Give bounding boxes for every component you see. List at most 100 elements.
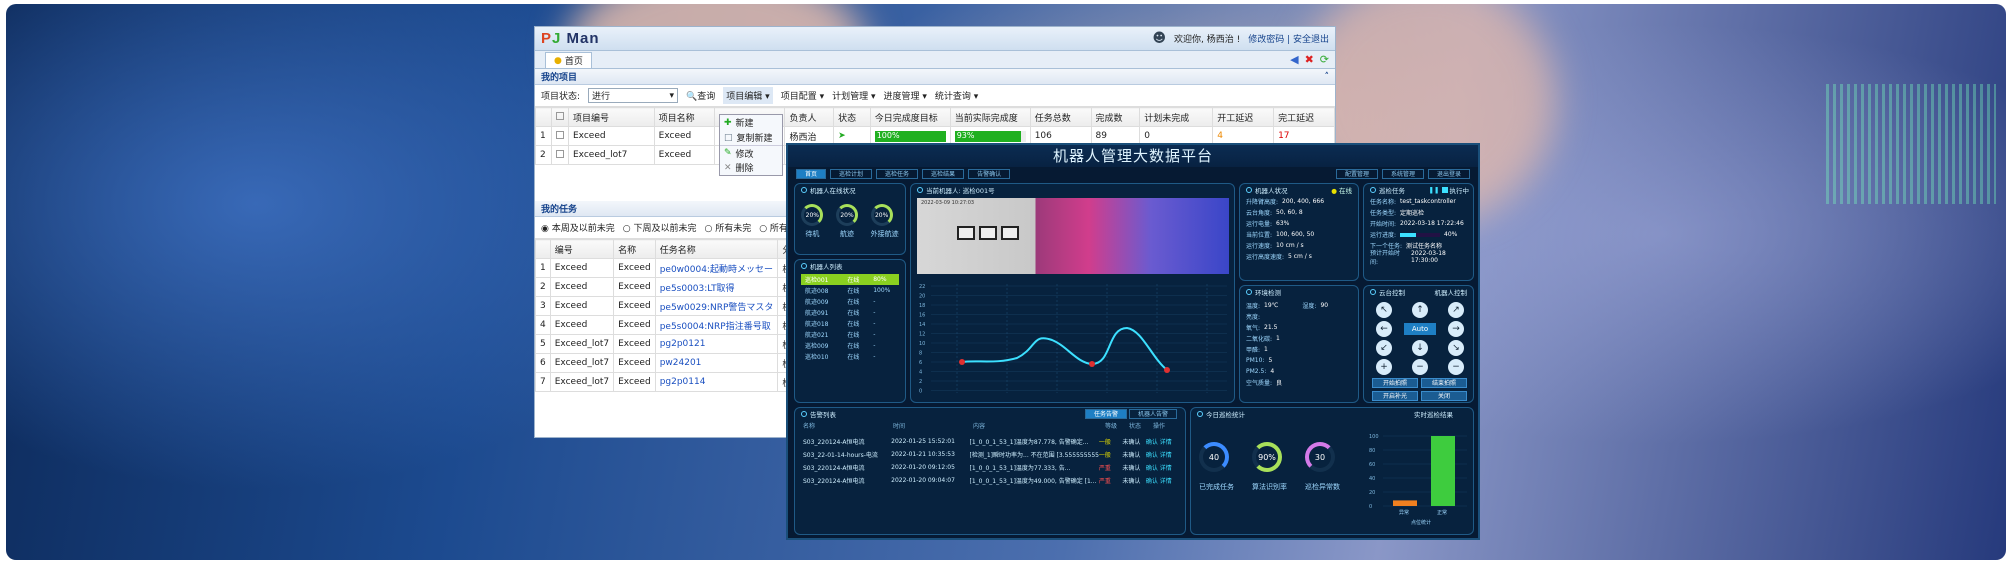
menu-item-delete[interactable]: ✕ 删除	[720, 160, 782, 175]
list-icon	[801, 263, 807, 269]
menu-plan[interactable]: 计划管理 ▾	[832, 89, 875, 102]
menu-project-config[interactable]: 项目配置 ▾	[781, 89, 824, 102]
arrow-left-icon[interactable]: ←	[1376, 321, 1392, 337]
nav-home[interactable]: 首页	[796, 169, 827, 179]
menu-item-copy-new[interactable]: □ 复制新建	[720, 130, 782, 145]
status-row: 云台角度: 50, 60, 8	[1246, 209, 1303, 217]
close-icon[interactable]: ✖	[1305, 53, 1314, 66]
zoom-in-icon[interactable]: +	[1376, 359, 1392, 375]
task-row: 开始时间: 2022-03-18 17:22:46	[1370, 220, 1464, 228]
nav-system[interactable]: 系统管理	[1381, 169, 1424, 179]
env-icon	[1246, 289, 1252, 295]
robot-list-row[interactable]: 航迹009 在线 -	[801, 296, 899, 307]
arrow-right-icon[interactable]: →	[1448, 321, 1464, 337]
table-row[interactable]: 4ExceedExceedpe5s0004:NRP指注番号取検収	[535, 315, 806, 335]
robot-list-row[interactable]: 巡检010 在线 -	[801, 351, 899, 362]
trend-point	[1164, 367, 1170, 373]
search-button[interactable]: 🔍查询	[686, 89, 715, 102]
meter-1	[957, 226, 975, 240]
dashboard-title: 机器人管理大数据平台	[788, 145, 1478, 167]
ring-track: 20%	[835, 204, 858, 226]
arrow-up-icon[interactable]: ↑	[1412, 302, 1428, 318]
trend-y-tick: 16	[919, 313, 925, 319]
table-row[interactable]: 3ExceedExceedpe5w0029:NRP警告マスタ検収	[535, 296, 806, 316]
bar-y-tick: 40	[1369, 476, 1375, 482]
table-row[interactable]: 1ExceedExceedpe0w0004:起動時メッセー検収	[535, 258, 806, 278]
robot-list-row[interactable]: 巡检001 在线 80%	[801, 274, 899, 285]
ring-ext-track: 20%	[870, 204, 893, 226]
nav-result[interactable]: 巡检结果	[922, 169, 965, 179]
tab-robot-alarm[interactable]: 机器人告警	[1128, 409, 1177, 419]
menu-progress[interactable]: 进度管理 ▾	[884, 89, 927, 102]
online-panel: 机器人在线状况 20% 待机 20% 航迹 20% 外接航迹	[794, 183, 906, 255]
collapse-icon[interactable]: ˄	[1325, 72, 1330, 82]
nav-logout[interactable]: 退出登录	[1427, 169, 1470, 179]
start-photo-button[interactable]: 开始拍照	[1372, 378, 1418, 388]
robot-list-row[interactable]: 巡检009 在线 -	[801, 340, 899, 351]
table-row[interactable]: 6Exceed_lot7Exceedpw24201检収	[535, 353, 806, 373]
env-row: 甲醛: 1	[1246, 346, 1268, 354]
control-panel: 云台控制 机器人控制 ↖ ↑ ↗ ← Auto → ↙ ↓ ↘ + − − 开始拍…	[1363, 285, 1474, 403]
meter-3	[1001, 226, 1019, 240]
trend-y-tick: 20	[919, 294, 925, 300]
status-select[interactable]: 进行 ▾	[588, 88, 679, 103]
filter-next-week[interactable]: ○ 下周及以前未完	[623, 221, 697, 234]
nav-alarm-confirm[interactable]: 告警确认	[968, 169, 1011, 179]
close-button[interactable]: 关闭	[1421, 391, 1467, 401]
tab-strip: ● 首页 ◀ ✖ ⟳	[535, 51, 1335, 69]
nav-plan[interactable]: 巡检计划	[830, 169, 873, 179]
nav-config[interactable]: 配置管理	[1335, 169, 1378, 179]
robot-list-row[interactable]: 航迹091 在线 -	[801, 307, 899, 318]
stop-photo-button[interactable]: 结束拍照	[1421, 378, 1467, 388]
alarm-row[interactable]: S03_22-01-14-hours-电流 2022-01-21 10:35:53…	[803, 448, 1185, 461]
filter-all-open[interactable]: ○ 所有未完	[704, 221, 751, 234]
menu-item-new[interactable]: ✚ 新建	[720, 115, 782, 130]
tab-task-alarm[interactable]: 任务告警	[1084, 409, 1127, 419]
robot-list-row[interactable]: 航迹008 在线 100%	[801, 285, 899, 296]
alarm-row[interactable]: S03_220124-A恒电流 2022-01-25 15:52:01 [1_0_0…	[803, 435, 1185, 448]
arrow-down-right-icon[interactable]: ↘	[1448, 340, 1464, 356]
trend-line	[961, 326, 1168, 371]
nav-icon[interactable]: ◀	[1290, 53, 1298, 66]
arrow-up-left-icon[interactable]: ↖	[1376, 302, 1392, 318]
bar-x-label: 异常	[1399, 509, 1409, 516]
arrow-down-icon[interactable]: ↓	[1412, 340, 1428, 356]
filter-all[interactable]: ○ 所有	[759, 221, 788, 234]
menu-item-edit[interactable]: ✎ 修改	[720, 145, 782, 160]
direction-pad: ↖ ↑ ↗ ← Auto → ↙ ↓ ↘ + − −	[1376, 302, 1466, 375]
camera-timestamp: 2022-03-09 10:27:03	[921, 200, 975, 206]
trend-point	[959, 359, 965, 365]
bar-y-tick: 60	[1369, 462, 1375, 468]
welcome-text: 欢迎你, 杨西治 !	[1174, 35, 1241, 45]
robot-dashboard-window: 机器人管理大数据平台 首页 巡检计划 巡检任务 巡检结果 告警确认 配置管理 系…	[786, 143, 1480, 540]
refresh-icon[interactable]: ⟳	[1320, 53, 1329, 66]
zoom-out-icon[interactable]: −	[1412, 359, 1428, 375]
task-table-header: 编号名称任务名称分类	[535, 239, 806, 259]
filter-this-week[interactable]: ◉ 本周及以前未完	[541, 221, 615, 234]
stop-icon[interactable]	[1441, 187, 1448, 193]
nav-task[interactable]: 巡检任务	[876, 169, 919, 179]
menu-project-edit[interactable]: 项目编辑 ▾	[723, 87, 773, 104]
menu-stats[interactable]: 统计查询 ▾	[935, 89, 978, 102]
tab-home[interactable]: ● 首页	[545, 52, 592, 68]
env-row: 二氧化碳: 1	[1246, 335, 1280, 343]
auto-button[interactable]: Auto	[1404, 323, 1436, 335]
pause-icon[interactable]: ❚❚	[1429, 186, 1440, 194]
chevron-down-icon: ▾	[669, 90, 675, 101]
arrow-down-left-icon[interactable]: ↙	[1376, 340, 1392, 356]
account-links[interactable]: 修改密码 | 安全退出	[1248, 32, 1329, 45]
light-on-button[interactable]: 开启补光	[1372, 391, 1418, 401]
alarm-row[interactable]: S03_220124-A恒电流 2022-01-20 09:04:07 [1_0_0…	[803, 474, 1185, 487]
arrow-right-icon: ➤	[838, 131, 846, 141]
pjman-header: PJ Man ☻ 欢迎你, 杨西治 ! 修改密码 | 安全退出	[535, 27, 1335, 51]
table-row[interactable]: 5Exceed_lot7Exceedpg2p0121检収	[535, 334, 806, 354]
zoom-minus-icon[interactable]: −	[1448, 359, 1464, 375]
robot-list-row[interactable]: 航迹021 在线 -	[801, 329, 899, 340]
robot-list-row[interactable]: 航迹018 在线 -	[801, 318, 899, 329]
task-progress-bar	[1400, 232, 1441, 237]
arrow-up-right-icon[interactable]: ↗	[1448, 302, 1464, 318]
robot-icon	[801, 187, 807, 193]
alarm-row[interactable]: S03_220124-A恒电流 2022-01-20 09:12:05 [1_0_0…	[803, 461, 1185, 474]
table-row[interactable]: 7Exceed_lot7Exceedpg2p0114检収	[535, 372, 806, 392]
table-row[interactable]: 2ExceedExceedpe5s0003:LT取得検収	[535, 277, 806, 297]
